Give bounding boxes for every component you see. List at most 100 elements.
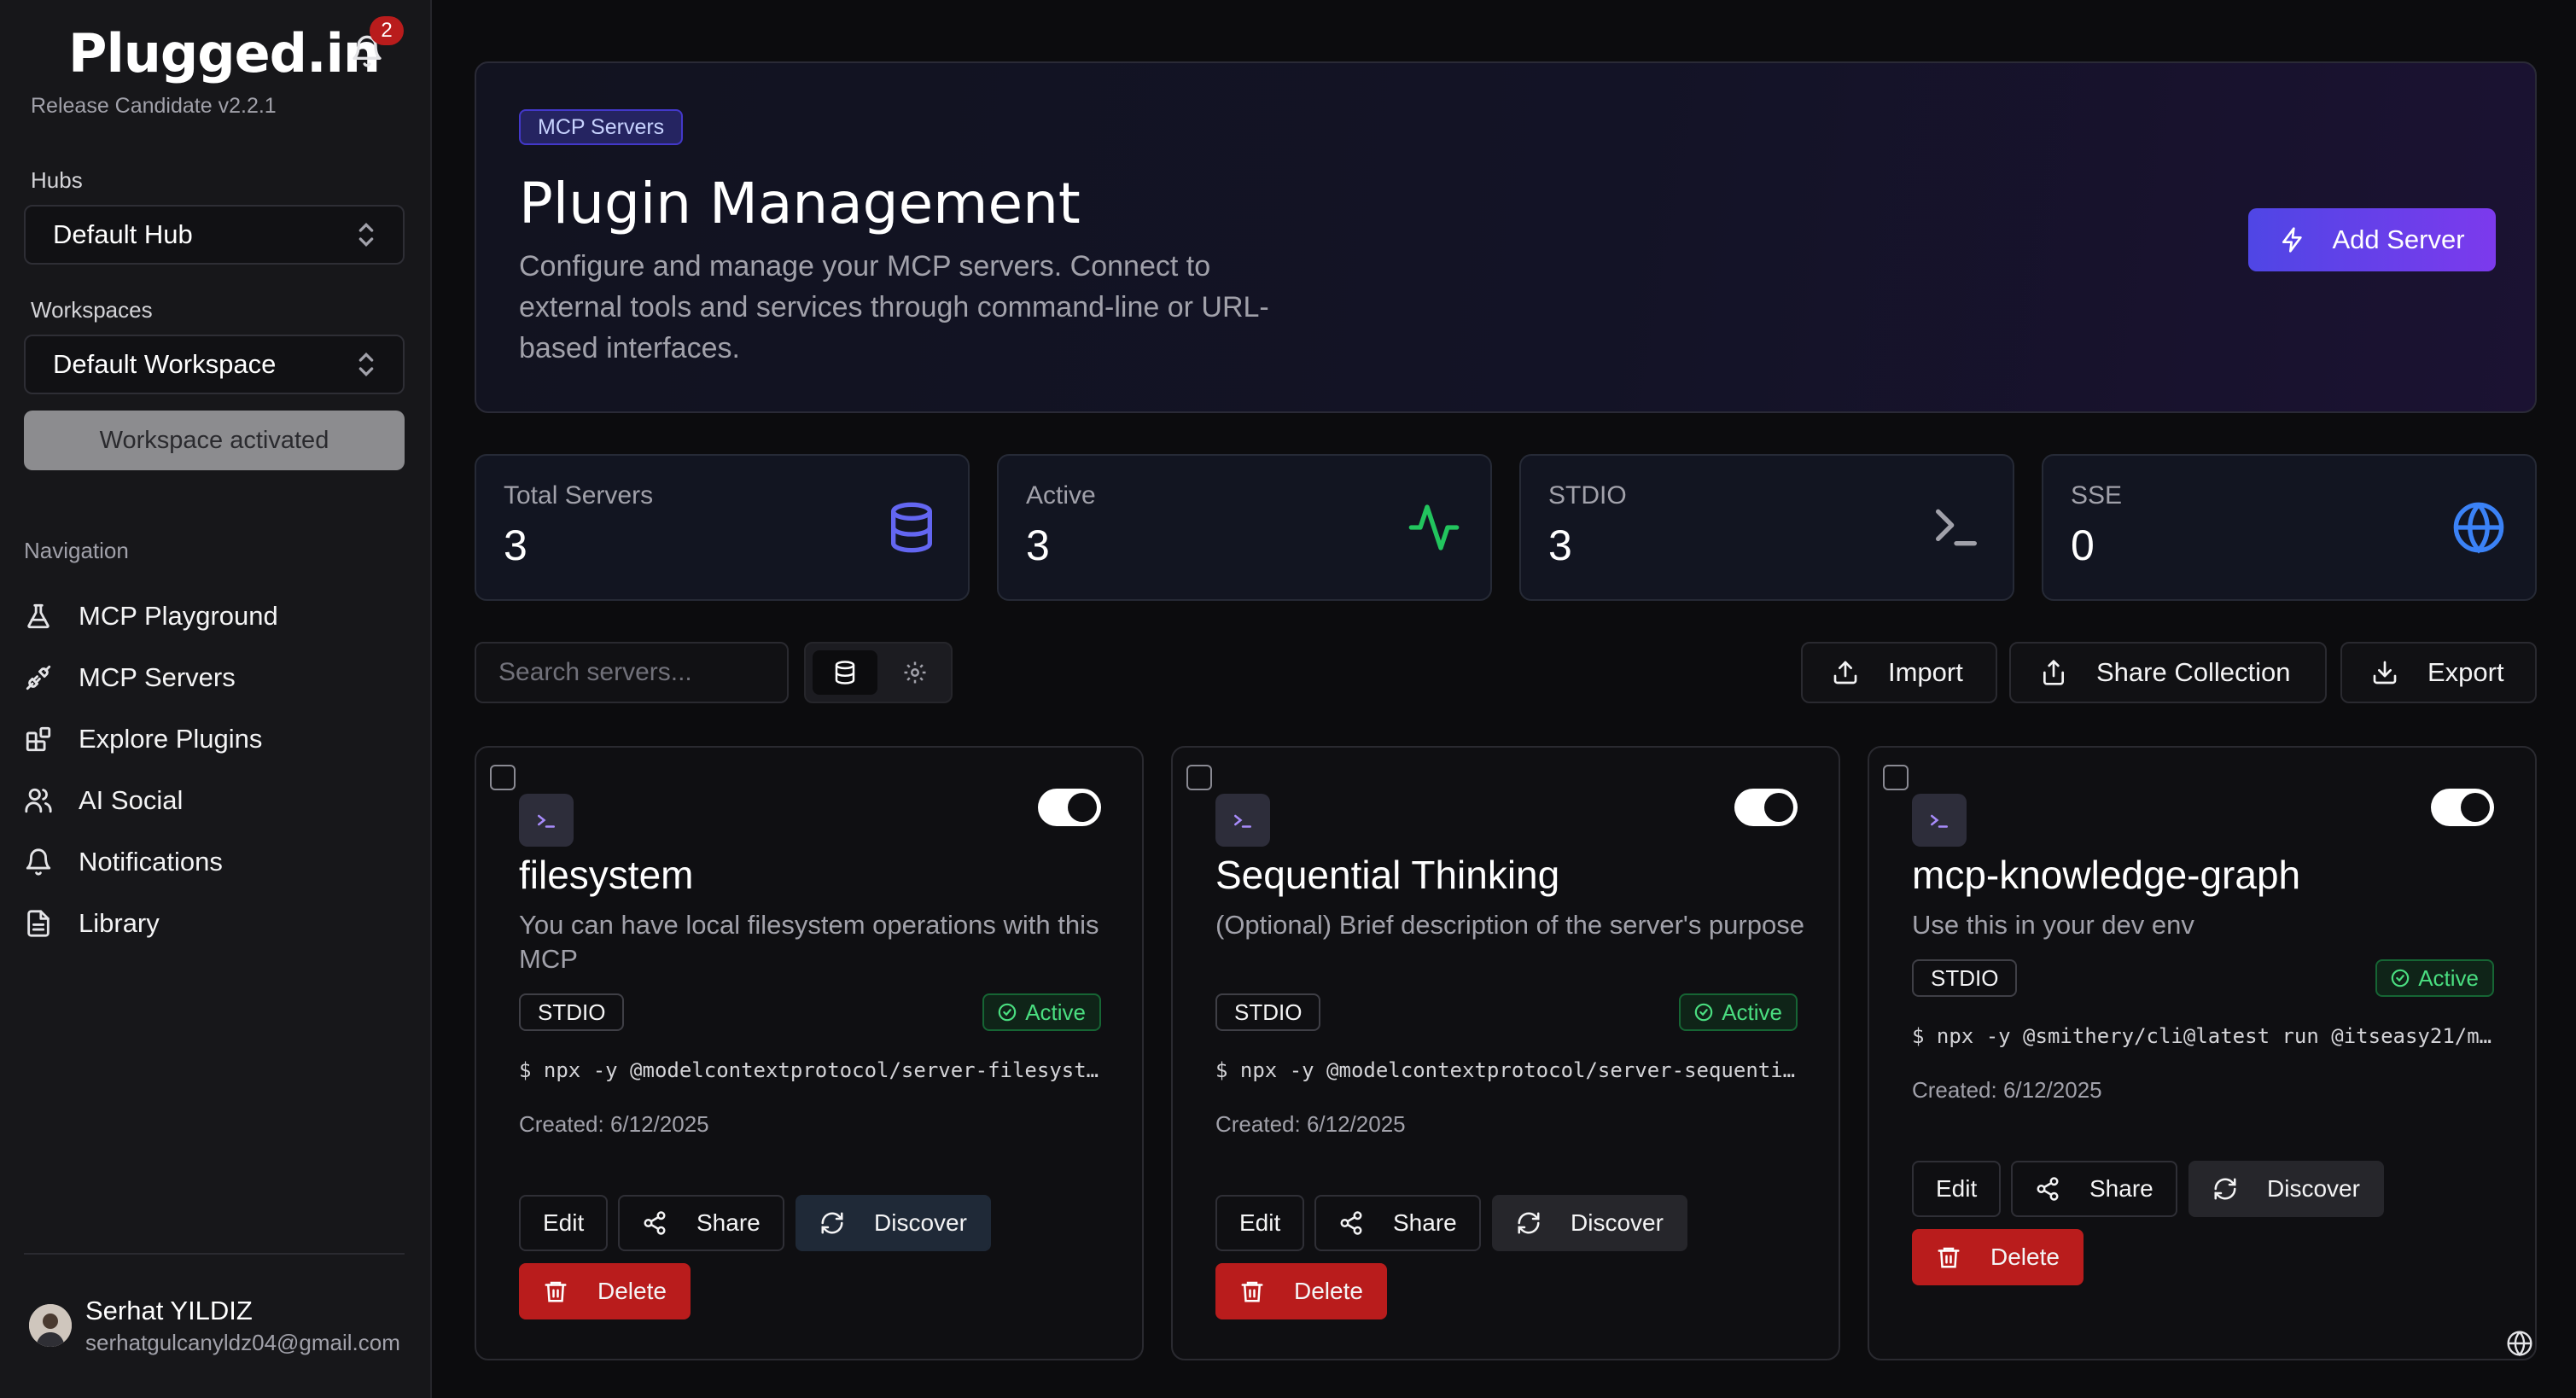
sidebar-item-library[interactable]: Library — [24, 893, 408, 954]
delete-label: Delete — [1990, 1244, 2060, 1270]
server-name: mcp-knowledge-graph — [1912, 853, 2301, 897]
share-button[interactable]: Share — [2011, 1161, 2177, 1217]
hub-select[interactable]: Default Hub — [24, 205, 405, 265]
edit-label: Edit — [1239, 1209, 1281, 1236]
edit-label: Edit — [543, 1209, 585, 1236]
export-label: Export — [2427, 657, 2504, 687]
discover-label: Discover — [874, 1209, 967, 1236]
delete-button[interactable]: Delete — [519, 1263, 691, 1319]
created-date: Created: 6/12/2025 — [519, 1111, 709, 1137]
select-checkbox[interactable] — [1883, 765, 1909, 790]
zap-icon — [2282, 227, 2303, 253]
sidebar-divider — [24, 1253, 405, 1255]
navigation-label: Navigation — [24, 538, 129, 563]
import-label: Import — [1888, 657, 1963, 687]
delete-button[interactable]: Delete — [1215, 1263, 1387, 1319]
server-name: filesystem — [519, 853, 694, 897]
database-icon — [891, 502, 932, 553]
sidebar-item-mcp-servers[interactable]: MCP Servers — [24, 647, 408, 708]
status-badge: Active — [982, 993, 1101, 1031]
workspace-select-value: Default Workspace — [53, 349, 277, 379]
sidebar: Plugged.in 2 Release Candidate v2.2.1 Hu… — [0, 0, 432, 1398]
server-description: (Optional) Brief description of the serv… — [1215, 910, 1804, 940]
stat-label: Total Servers — [504, 481, 654, 510]
sidebar-item-label: Library — [79, 908, 160, 938]
sidebar-item-label: Explore Plugins — [79, 724, 263, 754]
edit-label: Edit — [1936, 1175, 1978, 1202]
add-server-button[interactable]: Add Server — [2248, 208, 2496, 271]
sidebar-item-label: MCP Playground — [79, 601, 278, 631]
sidebar-item-explore-plugins[interactable]: Explore Plugins — [24, 708, 408, 770]
terminal-icon — [1936, 509, 1977, 546]
status-badge: Active — [1679, 993, 1798, 1031]
server-description: Use this in your dev env — [1912, 910, 2194, 940]
page-header: MCP Servers Plugin Management Configure … — [475, 61, 2537, 413]
stat-label: SSE — [2071, 481, 2123, 510]
sidebar-item-label: AI Social — [79, 785, 184, 815]
refresh-icon — [821, 1212, 843, 1234]
edit-button[interactable]: Edit — [519, 1195, 609, 1251]
refresh-icon — [1518, 1212, 1540, 1234]
import-button[interactable]: Import — [1801, 642, 1997, 703]
select-checkbox[interactable] — [1186, 765, 1212, 790]
discover-button[interactable]: Discover — [1492, 1195, 1687, 1251]
workspaces-label: Workspaces — [31, 297, 153, 323]
view-grid-button[interactable] — [813, 650, 877, 695]
bell-icon — [26, 848, 51, 876]
enable-toggle[interactable] — [1038, 789, 1101, 826]
sidebar-item-label: MCP Servers — [79, 662, 236, 692]
discover-button[interactable]: Discover — [796, 1195, 991, 1251]
add-server-label: Add Server — [2332, 224, 2465, 254]
gear-icon — [904, 661, 926, 684]
sidebar-item-ai-social[interactable]: AI Social — [24, 770, 408, 831]
share-collection-label: Share Collection — [2096, 657, 2291, 687]
globe-icon — [2453, 502, 2504, 554]
check-circle-icon — [1694, 1003, 1713, 1022]
select-checkbox[interactable] — [490, 765, 516, 790]
refresh-icon — [2214, 1178, 2236, 1200]
view-toggle — [804, 642, 953, 703]
delete-label: Delete — [1294, 1278, 1363, 1304]
share-label: Share — [1393, 1209, 1457, 1236]
server-card: mcp-knowledge-graph Use this in your dev… — [1868, 746, 2537, 1360]
workspace-activated-button[interactable]: Workspace activated — [24, 411, 405, 470]
enable-toggle[interactable] — [1734, 789, 1798, 826]
sidebar-item-notifications[interactable]: Notifications — [24, 831, 408, 893]
page-description: Configure and manage your MCP servers. C… — [519, 250, 1269, 364]
type-badge: STDIO — [1912, 959, 2018, 997]
chevrons-up-down-icon — [358, 352, 374, 377]
discover-label: Discover — [2267, 1175, 2360, 1202]
share-button[interactable]: Share — [618, 1195, 784, 1251]
search-input[interactable]: Search servers... — [475, 642, 789, 703]
workspace-select[interactable]: Default Workspace — [24, 335, 405, 394]
notification-badge: 2 — [370, 16, 404, 45]
share-label: Share — [696, 1209, 761, 1236]
delete-button[interactable]: Delete — [1912, 1229, 2084, 1285]
user-name: Serhat YILDIZ — [85, 1296, 253, 1325]
server-command: $ npx -y @modelcontextprotocol/server-se… — [1215, 1058, 1796, 1082]
share-collection-button[interactable]: Share Collection — [2009, 642, 2327, 703]
edit-button[interactable]: Edit — [1912, 1161, 2002, 1217]
file-icon — [27, 910, 50, 937]
avatar[interactable] — [29, 1304, 72, 1347]
settings-button[interactable] — [883, 650, 947, 695]
brand-logo[interactable]: Plugged.in — [68, 22, 381, 84]
database-icon — [835, 661, 855, 684]
edit-button[interactable]: Edit — [1215, 1195, 1305, 1251]
enable-toggle[interactable] — [2431, 789, 2494, 826]
check-circle-icon — [2391, 969, 2410, 987]
share-button[interactable]: Share — [1314, 1195, 1481, 1251]
status-badge: Active — [2375, 959, 2494, 997]
language-globe-icon[interactable] — [2506, 1330, 2533, 1357]
sidebar-item-mcp-playground[interactable]: MCP Playground — [24, 585, 408, 647]
export-button[interactable]: Export — [2340, 642, 2537, 703]
share-nodes-icon — [1340, 1211, 1362, 1235]
discover-button[interactable]: Discover — [2188, 1161, 2384, 1217]
server-card: filesystem You can have local filesystem… — [475, 746, 1144, 1360]
hub-select-value: Default Hub — [53, 219, 193, 249]
status-label: Active — [1722, 999, 1782, 1025]
stat-value: 3 — [1548, 521, 1572, 569]
plug-icon — [26, 665, 51, 690]
type-badge: STDIO — [519, 993, 625, 1031]
terminal-icon — [519, 794, 574, 847]
